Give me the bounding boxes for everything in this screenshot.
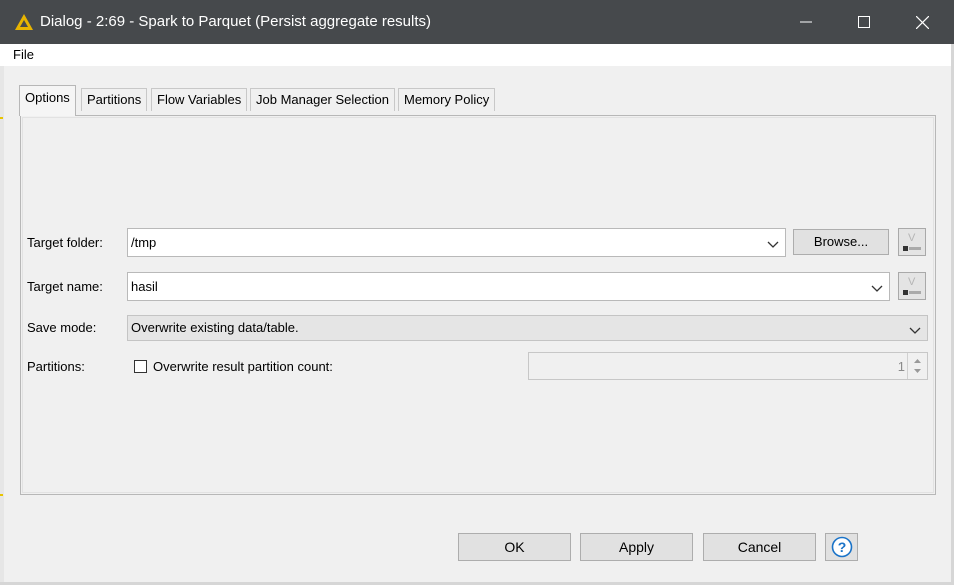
- help-button[interactable]: ?: [825, 533, 858, 561]
- flow-variable-icon: V: [899, 276, 925, 302]
- tab-job-manager-selection[interactable]: Job Manager Selection: [250, 88, 395, 111]
- apply-button[interactable]: Apply: [580, 533, 693, 561]
- flow-variable-button-name[interactable]: V: [898, 272, 926, 300]
- spinner-arrows-icon[interactable]: [907, 353, 927, 379]
- tab-flow-variables[interactable]: Flow Variables: [151, 88, 248, 111]
- flow-variable-icon: V: [899, 232, 925, 258]
- partitions-label: Partitions:: [27, 359, 85, 374]
- save-mode-label: Save mode:: [27, 320, 97, 335]
- target-name-value: hasil: [131, 279, 158, 294]
- minimize-button[interactable]: [777, 0, 835, 44]
- warning-triangle-icon: [14, 13, 34, 31]
- tab-partitions[interactable]: Partitions: [81, 88, 148, 111]
- close-button[interactable]: [893, 0, 951, 44]
- cancel-button[interactable]: Cancel: [703, 533, 816, 561]
- partition-count-spinner[interactable]: 1: [528, 352, 928, 380]
- target-name-combobox[interactable]: hasil: [127, 272, 890, 301]
- save-mode-select[interactable]: Overwrite existing data/table.: [127, 315, 928, 341]
- tab-memory-policy[interactable]: Memory Policy: [398, 88, 496, 111]
- overwrite-partition-count-label: Overwrite result partition count:: [153, 359, 333, 374]
- tab-options[interactable]: Options: [19, 85, 76, 116]
- save-mode-value: Overwrite existing data/table.: [131, 320, 299, 335]
- flow-variable-button-folder[interactable]: V: [898, 228, 926, 256]
- target-folder-label: Target folder:: [27, 235, 103, 250]
- maximize-button[interactable]: [835, 0, 893, 44]
- maximize-icon: [858, 16, 870, 28]
- ok-button[interactable]: OK: [458, 533, 571, 561]
- minimize-icon: [800, 16, 812, 28]
- svg-text:?: ?: [837, 539, 846, 555]
- help-icon: ?: [831, 536, 853, 561]
- target-folder-value: /tmp: [131, 235, 157, 250]
- title-bar: Dialog - 2:69 - Spark to Parquet (Persis…: [0, 0, 954, 44]
- browse-button[interactable]: Browse...: [793, 229, 889, 255]
- options-panel-inner-border: [22, 117, 934, 493]
- overwrite-partition-count-checkbox[interactable]: [134, 360, 147, 373]
- svg-text:V: V: [908, 232, 916, 244]
- menu-file[interactable]: File: [13, 47, 34, 62]
- chevron-down-icon: [871, 282, 883, 292]
- window-title: Dialog - 2:69 - Spark to Parquet (Persis…: [40, 13, 432, 30]
- partition-count-value: 1: [897, 359, 905, 374]
- menu-bar: File: [0, 44, 954, 66]
- chevron-down-icon: [767, 238, 779, 248]
- close-icon: [915, 15, 929, 29]
- target-folder-combobox[interactable]: /tmp: [127, 228, 786, 257]
- svg-text:V: V: [908, 276, 916, 288]
- chevron-down-icon: [909, 324, 921, 334]
- target-name-label: Target name:: [27, 279, 103, 294]
- background-window-edge: [0, 66, 4, 585]
